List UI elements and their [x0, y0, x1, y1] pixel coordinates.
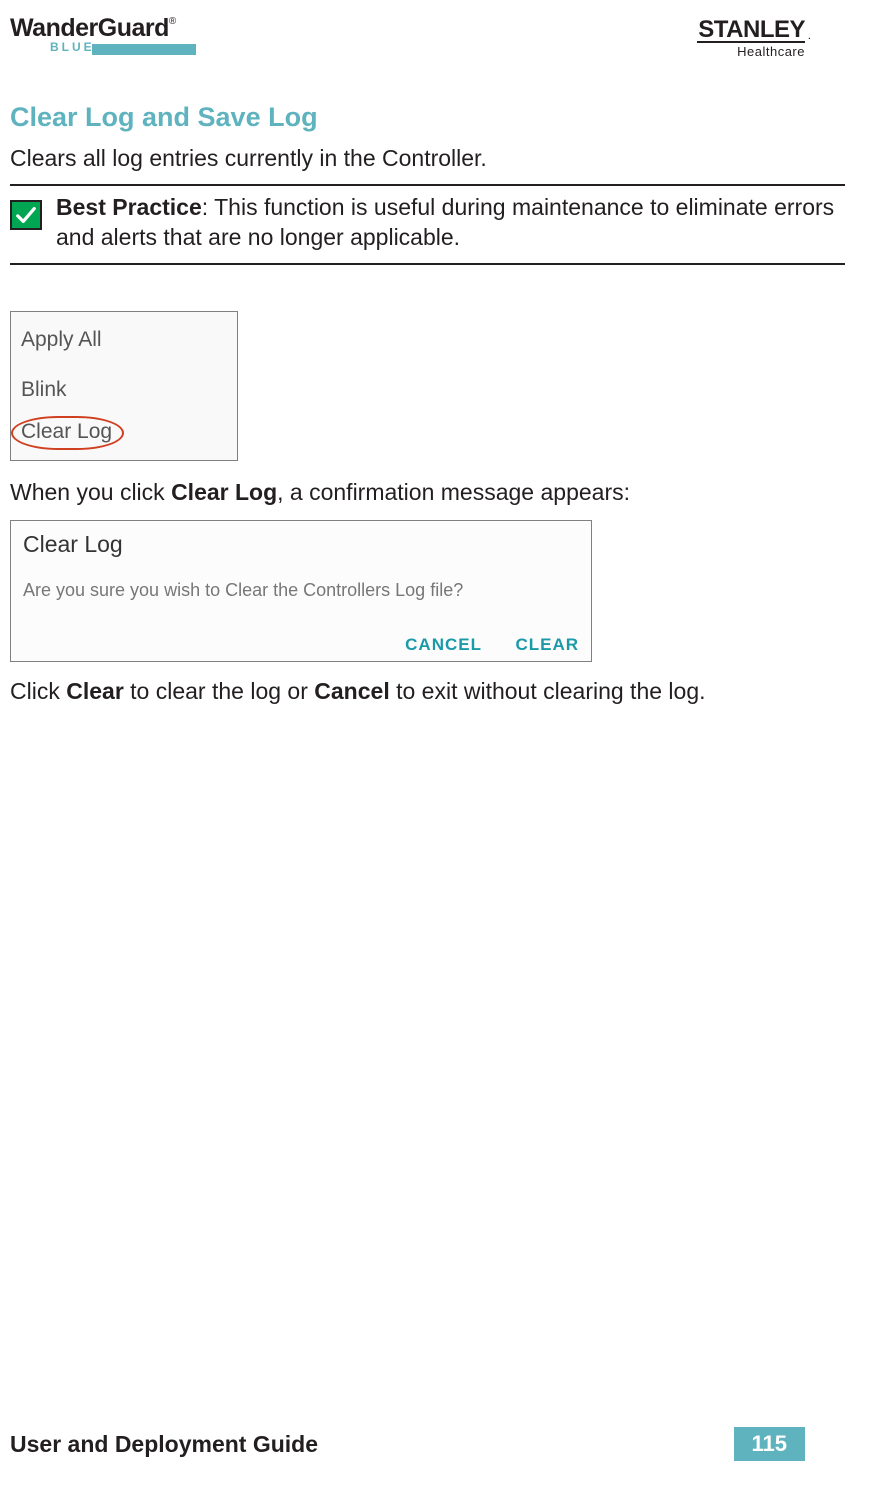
bottom-paragraph: Click Clear to clear the log or Cancel t… [10, 678, 845, 705]
mid-paragraph: When you click Clear Log, a confirmation… [10, 479, 845, 506]
dialog-cancel-button: CANCEL [405, 635, 482, 655]
dialog-screenshot: Clear Log Are you sure you wish to Clear… [10, 520, 592, 662]
footer-guide-title: User and Deployment Guide [10, 1431, 318, 1458]
page-header: WanderGuard® BLUE STANLEY. Healthcare [10, 14, 845, 62]
wanderguard-word: WanderGuard [10, 14, 169, 42]
dialog-clear-button: CLEAR [515, 635, 579, 655]
menu-item-blink: Blink [17, 374, 237, 406]
menu-item-apply-all: Apply All [17, 324, 237, 356]
menu-item-clear-log-highlighted: Clear Log [11, 416, 124, 450]
checkmark-icon [10, 200, 42, 230]
callout-text: Best Practice: This function is useful d… [56, 192, 845, 253]
stanley-word: STANLEY. [698, 16, 805, 44]
page-number: 115 [734, 1427, 806, 1461]
wanderguard-blue-sub: BLUE [50, 40, 95, 54]
page-footer: User and Deployment Guide 115 [10, 1427, 805, 1461]
intro-paragraph: Clears all log entries currently in the … [10, 143, 845, 174]
stanley-logo: STANLEY. Healthcare [697, 14, 845, 61]
registered-mark: ® [169, 16, 176, 27]
clear-log-bold: Clear Log [171, 479, 277, 505]
best-practice-callout: Best Practice: This function is useful d… [10, 184, 845, 265]
menu-screenshot: Apply All Blink Clear Log [10, 311, 238, 461]
cancel-bold: Cancel [314, 678, 389, 704]
callout-label: Best Practice [56, 194, 202, 220]
wanderguard-logo: WanderGuard® BLUE [10, 14, 200, 62]
clear-bold: Clear [66, 678, 124, 704]
wanderguard-blue-bar [92, 44, 196, 55]
section-heading: Clear Log and Save Log [10, 102, 845, 133]
stanley-healthcare-sub: Healthcare [737, 44, 805, 59]
dialog-title: Clear Log [23, 531, 579, 558]
dialog-message: Are you sure you wish to Clear the Contr… [23, 580, 579, 601]
